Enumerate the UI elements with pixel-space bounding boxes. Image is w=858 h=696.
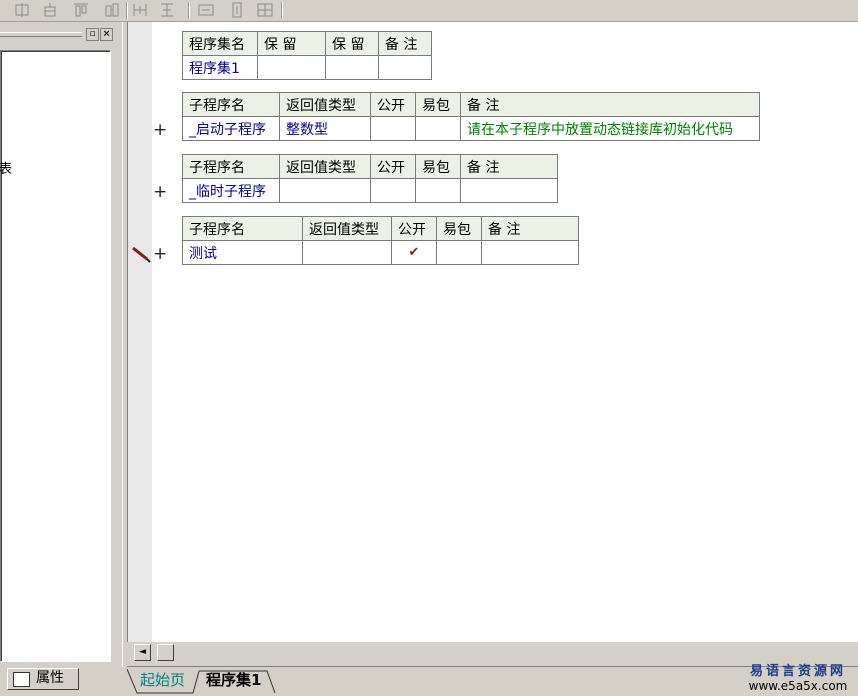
return-type-cell[interactable] (279, 178, 371, 203)
header-cell: 返回值类型 (279, 154, 371, 179)
center-icon[interactable] (257, 2, 273, 18)
tab-program-set[interactable]: 程序集1 (206, 669, 261, 691)
program-set-name-cell[interactable]: 程序集1 (182, 55, 258, 80)
subroutine-name-cell[interactable]: _启动子程序 (182, 116, 280, 141)
comment-cell[interactable] (460, 178, 558, 203)
toolbar (0, 0, 858, 22)
expand-icon[interactable]: + (153, 184, 167, 201)
header-cell: 公开 (370, 154, 416, 179)
h-spacing-icon[interactable] (198, 2, 214, 18)
header-cell: 公开 (391, 216, 437, 241)
header-cell: 易包 (436, 216, 482, 241)
tree-item-label[interactable]: 表 (0, 158, 12, 177)
maximize-icon[interactable]: ▫ (86, 28, 99, 41)
subroutine-name-cell[interactable]: _临时子程序 (182, 178, 280, 203)
v-spacing-icon[interactable] (229, 2, 245, 18)
header-cell: 备 注 (378, 31, 432, 56)
header-cell: 子程序名 (182, 216, 303, 241)
editor-gutter (128, 22, 152, 642)
public-cell[interactable] (370, 116, 416, 141)
panel-grip[interactable] (0, 32, 82, 37)
code-editor[interactable]: 程序集名 保 留 保 留 备 注 程序集1 子程序名 返回值类型 公开 易包 备… (127, 22, 858, 642)
align-center-icon[interactable] (42, 2, 58, 18)
public-cell[interactable]: ✔ (391, 240, 437, 265)
program-set-table: 程序集名 保 留 保 留 备 注 程序集1 (182, 31, 432, 80)
tab-properties[interactable]: 属性 (7, 668, 79, 690)
easy-pack-cell[interactable] (436, 240, 482, 265)
header-cell: 保 留 (325, 31, 379, 56)
watermark-url: www.e5a5x.com (748, 679, 848, 693)
left-panel: ▫ × 表 (0, 22, 122, 665)
tab-properties-label: 属性 (36, 670, 64, 686)
return-type-cell[interactable]: 整数型 (279, 116, 371, 141)
header-cell: 返回值类型 (279, 92, 371, 117)
header-cell: 易包 (415, 92, 461, 117)
header-cell: 程序集名 (182, 31, 258, 56)
toolbar-separator (126, 2, 128, 19)
header-cell: 保 留 (257, 31, 326, 56)
align-left-icon[interactable] (14, 2, 30, 18)
scroll-left-icon[interactable]: ◄ (134, 644, 151, 661)
subroutine-table: 子程序名 返回值类型 公开 易包 备 注 _启动子程序 整数型 请在本子程序中放… (182, 92, 760, 141)
header-cell: 备 注 (460, 154, 558, 179)
header-cell: 公开 (370, 92, 416, 117)
header-cell: 子程序名 (182, 154, 280, 179)
header-cell: 备 注 (460, 92, 760, 117)
project-tree[interactable]: 表 (0, 50, 111, 662)
toolbar-separator (281, 2, 283, 19)
site-watermark: 易语言资源网 www.e5a5x.com (742, 660, 854, 693)
return-type-cell[interactable] (302, 240, 392, 265)
toolbar-separator (188, 2, 190, 19)
comment-cell[interactable] (481, 240, 579, 265)
header-cell: 易包 (415, 154, 461, 179)
subroutine-table: 子程序名 返回值类型 公开 易包 备 注 测试 ✔ (182, 216, 579, 265)
expand-icon[interactable]: + (153, 122, 167, 139)
comment-cell[interactable]: 请在本子程序中放置动态链接库初始化代码 (460, 116, 760, 141)
close-icon[interactable]: × (100, 28, 113, 41)
watermark-title: 易语言资源网 (749, 664, 846, 679)
panel-titlebar: ▫ × (0, 25, 118, 41)
tab-start-page[interactable]: 起始页 (140, 669, 185, 691)
same-height-icon[interactable] (159, 2, 175, 18)
align-middle-icon[interactable] (104, 2, 120, 18)
comment-cell[interactable] (378, 55, 432, 80)
properties-icon (13, 672, 30, 687)
subroutine-table: 子程序名 返回值类型 公开 易包 备 注 _临时子程序 (182, 154, 558, 203)
easy-pack-cell[interactable] (415, 116, 461, 141)
same-width-icon[interactable] (132, 2, 148, 18)
scroll-right-button[interactable] (157, 644, 174, 661)
subroutine-name-cell[interactable]: 测试 (182, 240, 303, 265)
reserved-cell[interactable] (257, 55, 326, 80)
expand-icon[interactable]: + (153, 246, 167, 263)
public-cell[interactable] (370, 178, 416, 203)
header-cell: 子程序名 (182, 92, 280, 117)
pen-icon (131, 245, 151, 263)
reserved-cell[interactable] (325, 55, 379, 80)
header-cell: 备 注 (481, 216, 579, 241)
align-top-icon[interactable] (73, 2, 89, 18)
easy-pack-cell[interactable] (415, 178, 461, 203)
header-cell: 返回值类型 (302, 216, 392, 241)
